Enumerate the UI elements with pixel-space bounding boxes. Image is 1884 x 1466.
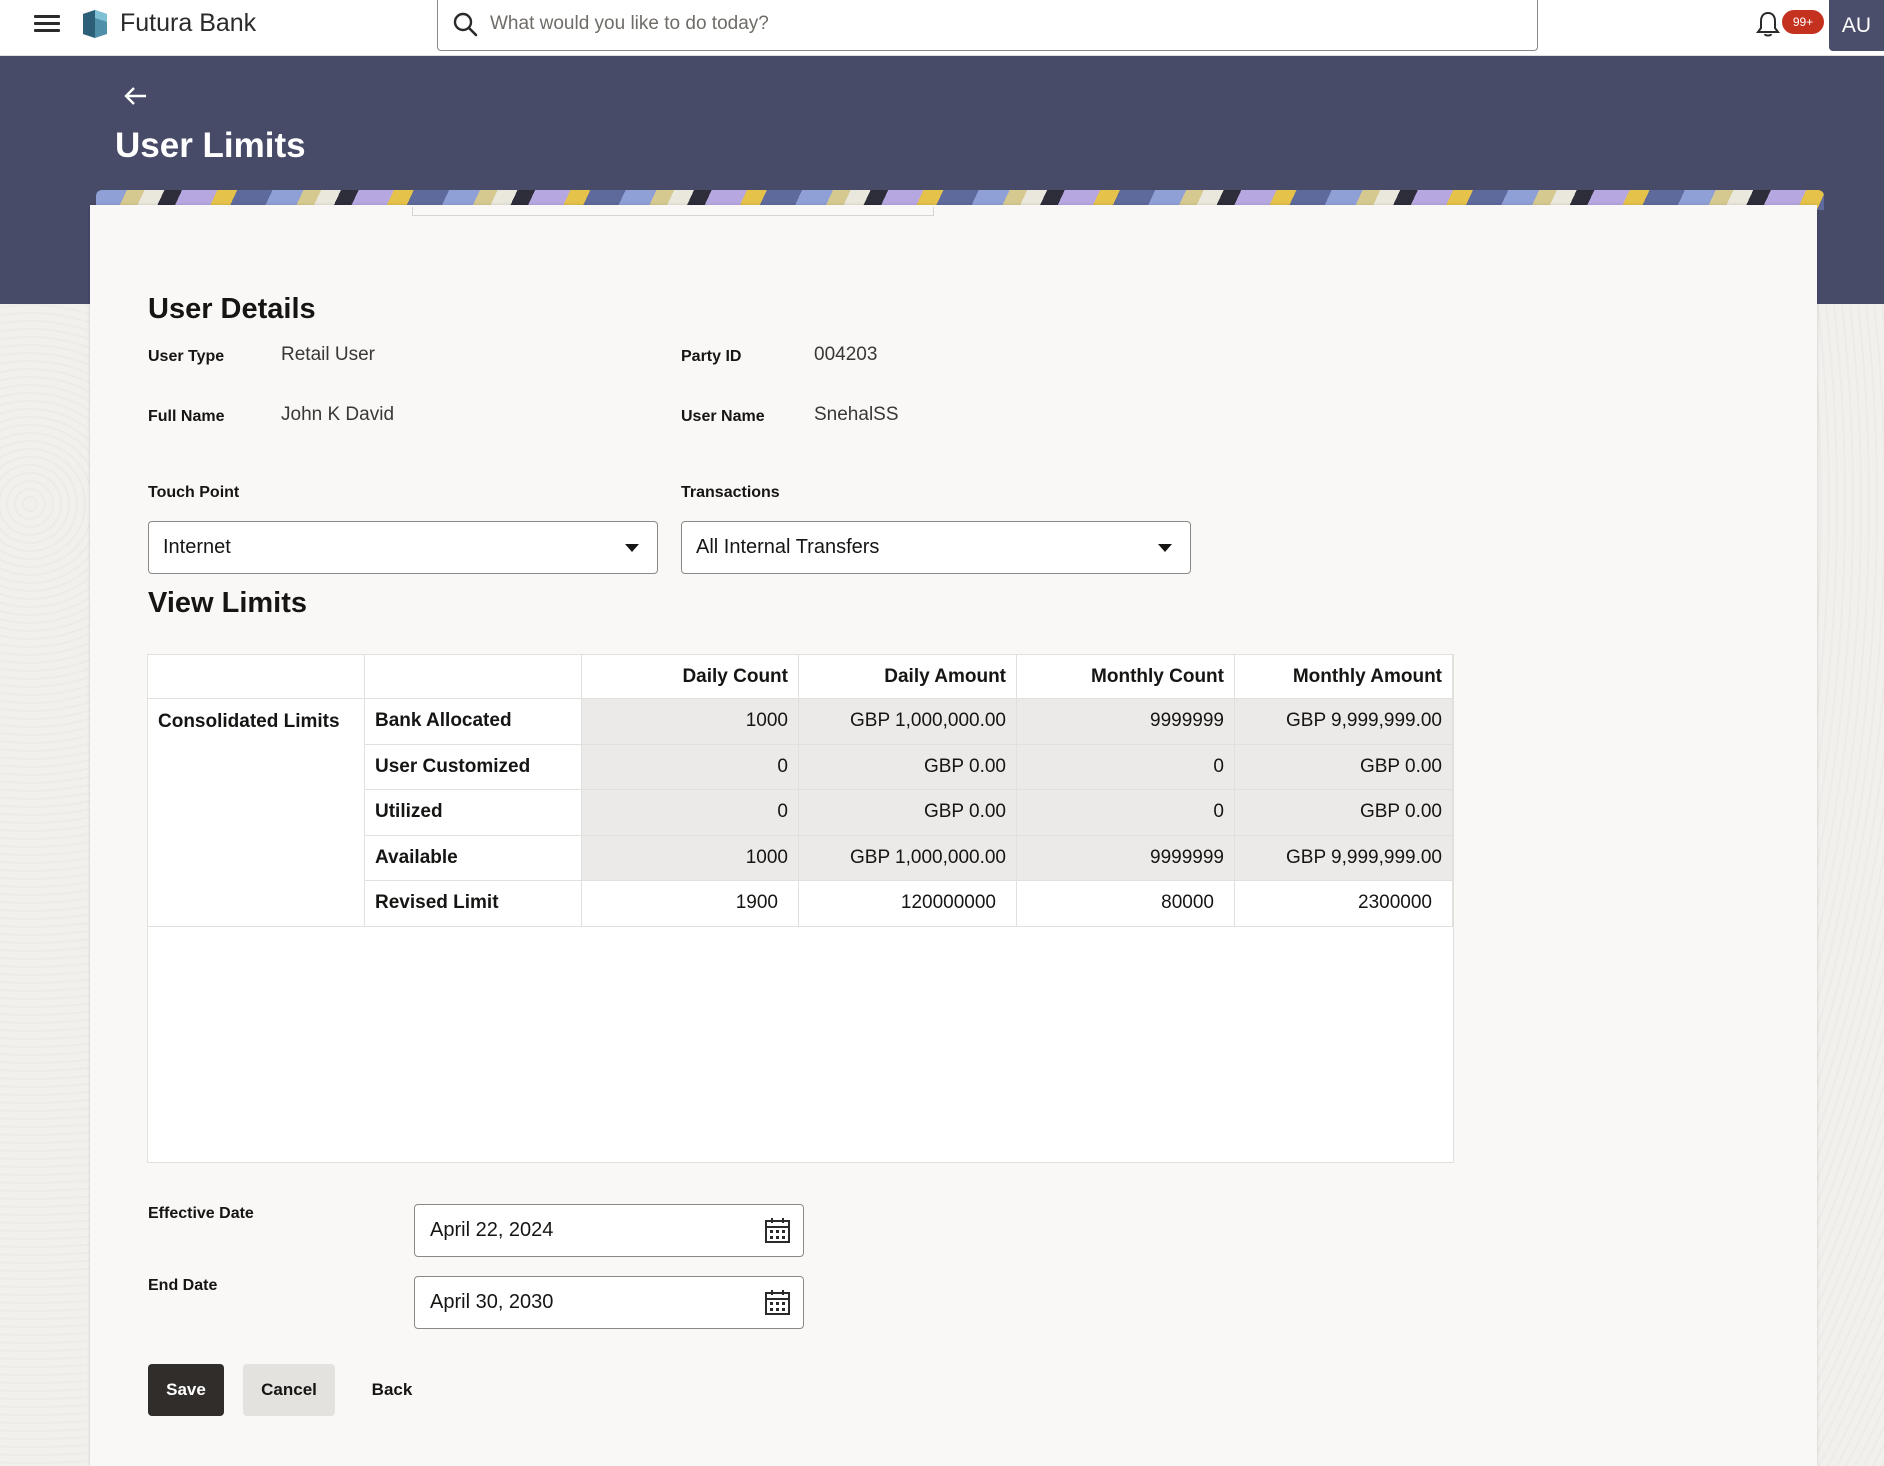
table-cell: 9999999: [1016, 698, 1235, 745]
user-name-label: User Name: [681, 408, 765, 425]
table-cell: 0: [1016, 743, 1235, 790]
end-date-field[interactable]: April 30, 2030: [414, 1276, 804, 1329]
save-button[interactable]: Save: [148, 1364, 224, 1416]
card-tab-notch: [412, 207, 934, 216]
transactions-label: Transactions: [681, 484, 780, 501]
user-type-value: Retail User: [281, 344, 375, 365]
consolidated-limits-label: Consolidated Limits: [147, 698, 365, 927]
top-bar: Futura Bank 99+ AU: [0, 0, 1884, 56]
end-date-value: April 30, 2030: [430, 1291, 554, 1313]
user-avatar[interactable]: AU: [1829, 0, 1884, 51]
calendar-icon[interactable]: [764, 1289, 791, 1316]
row-label: Bank Allocated: [364, 698, 582, 745]
revised-daily-amount-input[interactable]: 120000000: [798, 880, 1017, 927]
column-header: Daily Count: [581, 654, 799, 699]
table-cell: 9999999: [1016, 834, 1235, 881]
column-header: Monthly Amount: [1234, 654, 1453, 699]
back-button[interactable]: Back: [360, 1364, 424, 1416]
table-cell: GBP 1,000,000.00: [798, 698, 1017, 745]
notification-bell-icon[interactable]: [1755, 10, 1781, 38]
table-cell: GBP 0.00: [1234, 743, 1453, 790]
effective-date-value: April 22, 2024: [430, 1219, 554, 1241]
transactions-selected-value: All Internal Transfers: [696, 536, 880, 558]
page-title: User Limits: [115, 126, 306, 165]
chevron-down-icon: [1158, 544, 1172, 552]
table-cell: 1000: [581, 834, 799, 881]
touch-point-select[interactable]: Internet: [148, 521, 658, 574]
brand-name[interactable]: Futura Bank: [120, 9, 256, 38]
user-type-label: User Type: [148, 348, 225, 365]
table-cell: GBP 9,999,999.00: [1234, 834, 1453, 881]
table-cell: GBP 0.00: [798, 743, 1017, 790]
table-cell: GBP 0.00: [1234, 789, 1453, 836]
view-limits-heading: View Limits: [148, 587, 308, 619]
search-input[interactable]: [490, 8, 1520, 40]
table-row: Consolidated Limits Bank Allocated 1000 …: [147, 698, 1453, 927]
transactions-select[interactable]: All Internal Transfers: [681, 521, 1191, 574]
effective-date-field[interactable]: April 22, 2024: [414, 1204, 804, 1257]
full-name-label: Full Name: [148, 408, 225, 425]
table-cell: GBP 0.00: [798, 789, 1017, 836]
table-cell: 0: [581, 789, 799, 836]
party-id-label: Party ID: [681, 348, 742, 365]
user-name-value: SnehalSS: [814, 404, 899, 425]
column-header: Monthly Count: [1016, 654, 1235, 699]
party-id-value: 004203: [814, 344, 878, 365]
limits-table: Daily Count Daily Amount Monthly Count M…: [147, 654, 1453, 927]
table-cell: 0: [1016, 789, 1235, 836]
notification-count-badge[interactable]: 99+: [1782, 10, 1824, 34]
table-header-row: Daily Count Daily Amount Monthly Count M…: [147, 654, 1453, 699]
table-cell: 1000: [581, 698, 799, 745]
row-label: User Customized: [364, 743, 582, 790]
calendar-icon[interactable]: [764, 1217, 791, 1244]
back-arrow-icon[interactable]: [122, 82, 150, 110]
user-details-heading: User Details: [148, 293, 316, 325]
effective-date-label: Effective Date: [148, 1205, 254, 1222]
revised-monthly-amount-input[interactable]: 2300000: [1234, 880, 1453, 927]
touch-point-selected-value: Internet: [163, 536, 231, 558]
bank-logo-icon: [83, 10, 107, 38]
chevron-down-icon: [625, 544, 639, 552]
full-name-value: John K David: [281, 404, 395, 425]
row-label: Utilized: [364, 789, 582, 836]
cancel-button[interactable]: Cancel: [243, 1364, 335, 1416]
table-cell: 0: [581, 743, 799, 790]
revised-daily-count-input[interactable]: 1900: [581, 880, 799, 927]
row-label: Available: [364, 834, 582, 881]
empty-header-cell: [364, 654, 582, 699]
search-icon: [453, 12, 478, 37]
column-header: Daily Amount: [798, 654, 1017, 699]
row-label: Revised Limit: [364, 880, 582, 927]
revised-monthly-count-input[interactable]: 80000: [1016, 880, 1235, 927]
search-bar[interactable]: [437, 0, 1538, 51]
end-date-label: End Date: [148, 1277, 218, 1294]
empty-header-cell: [147, 654, 365, 699]
table-cell: GBP 1,000,000.00: [798, 834, 1017, 881]
table-cell: GBP 9,999,999.00: [1234, 698, 1453, 745]
touch-point-label: Touch Point: [148, 484, 240, 501]
hamburger-menu-icon[interactable]: [34, 12, 64, 42]
